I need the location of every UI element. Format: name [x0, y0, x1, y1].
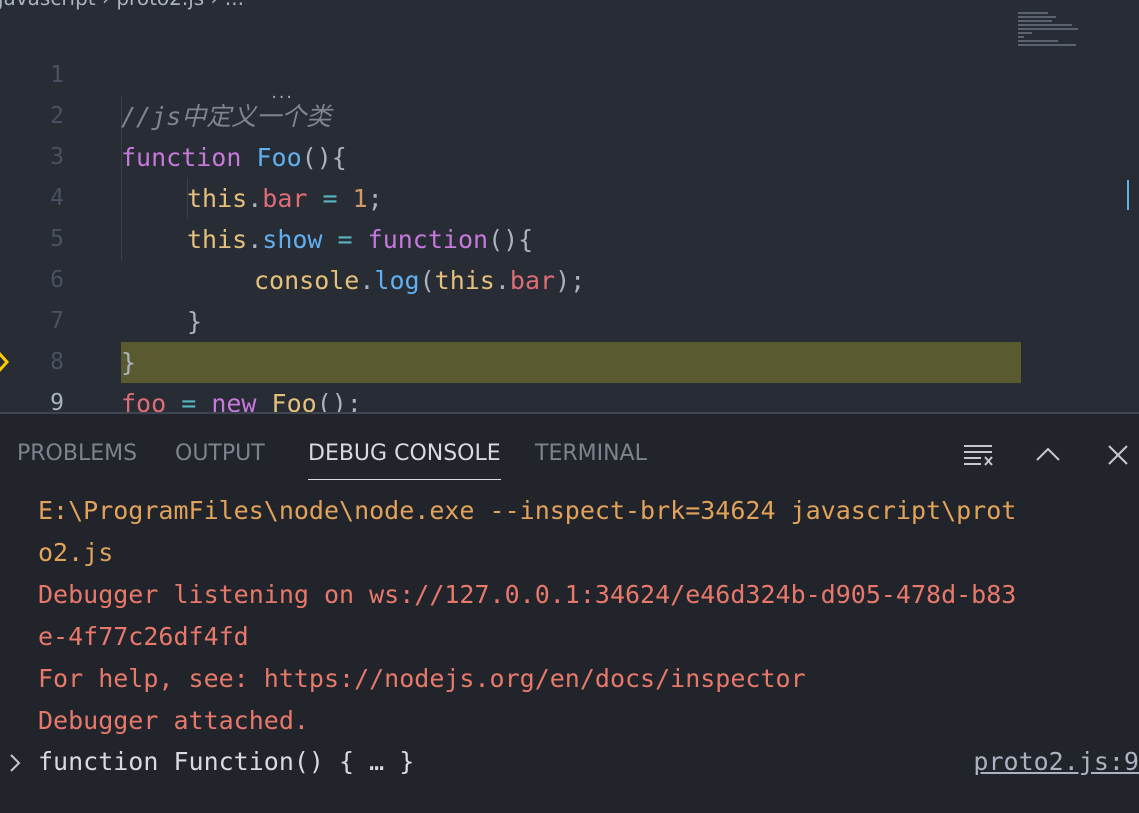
close-panel-icon[interactable] — [1101, 440, 1135, 470]
console-output-line: For help, see: https://nodejs.org/en/doc… — [38, 664, 806, 693]
console-output-line: E:\ProgramFiles\node\node.exe --inspect-… — [38, 496, 1017, 525]
code-line-6[interactable]: 6 } — [0, 219, 1139, 336]
console-output-line: o2.js — [38, 538, 114, 567]
code-line-8[interactable]: 8 foo = new Foo(); — [0, 301, 1139, 414]
tab-debug-console[interactable]: DEBUG CONSOLE — [308, 439, 501, 480]
console-output-line: e-4f77c26df4fd — [38, 622, 249, 651]
tab-output[interactable]: OUTPUT — [175, 439, 265, 479]
code-line-1[interactable]: 1 //js中定义一个类 — [0, 14, 1139, 131]
code-line-4[interactable]: 4 this.show = function(){ — [0, 137, 1139, 254]
code-line-5[interactable]: 5 console.log(this.bar); — [0, 178, 1139, 295]
code-line-10[interactable]: 10 — [0, 383, 1139, 414]
minimap[interactable] — [1018, 12, 1082, 52]
tab-problems[interactable]: PROBLEMS — [17, 439, 137, 479]
code-line-3[interactable]: 3 this.bar = 1; — [0, 96, 1139, 213]
console-output-line: Debugger listening on ws://127.0.0.1:346… — [38, 580, 1017, 609]
console-output-line: Debugger attached. — [38, 706, 309, 735]
tab-terminal[interactable]: TERMINAL — [535, 439, 647, 479]
clear-console-icon[interactable] — [961, 440, 995, 470]
maximize-panel-icon[interactable] — [1031, 440, 1065, 470]
code-line-2[interactable]: 2 function Foo(){ — [0, 55, 1139, 172]
breadcrumb[interactable]: javascript › proto2.js › ... — [0, 0, 244, 10]
console-result[interactable]: function Function() { … } — [38, 741, 414, 783]
scrollbar-marker[interactable] — [1127, 180, 1139, 210]
expand-result-chevron-icon[interactable] — [8, 752, 22, 774]
source-location-link[interactable]: proto2.js:9 — [973, 741, 1139, 783]
code-line-9[interactable]: 9 console.log(Foo.constructor ) — [0, 342, 1139, 414]
code-line-7[interactable]: 7 } — [0, 260, 1139, 377]
code-editor[interactable]: javascript › proto2.js › ... 1 //js中定义一个… — [0, 0, 1139, 414]
bottom-panel: PROBLEMS OUTPUT DEBUG CONSOLE TERMINAL E… — [0, 414, 1139, 813]
